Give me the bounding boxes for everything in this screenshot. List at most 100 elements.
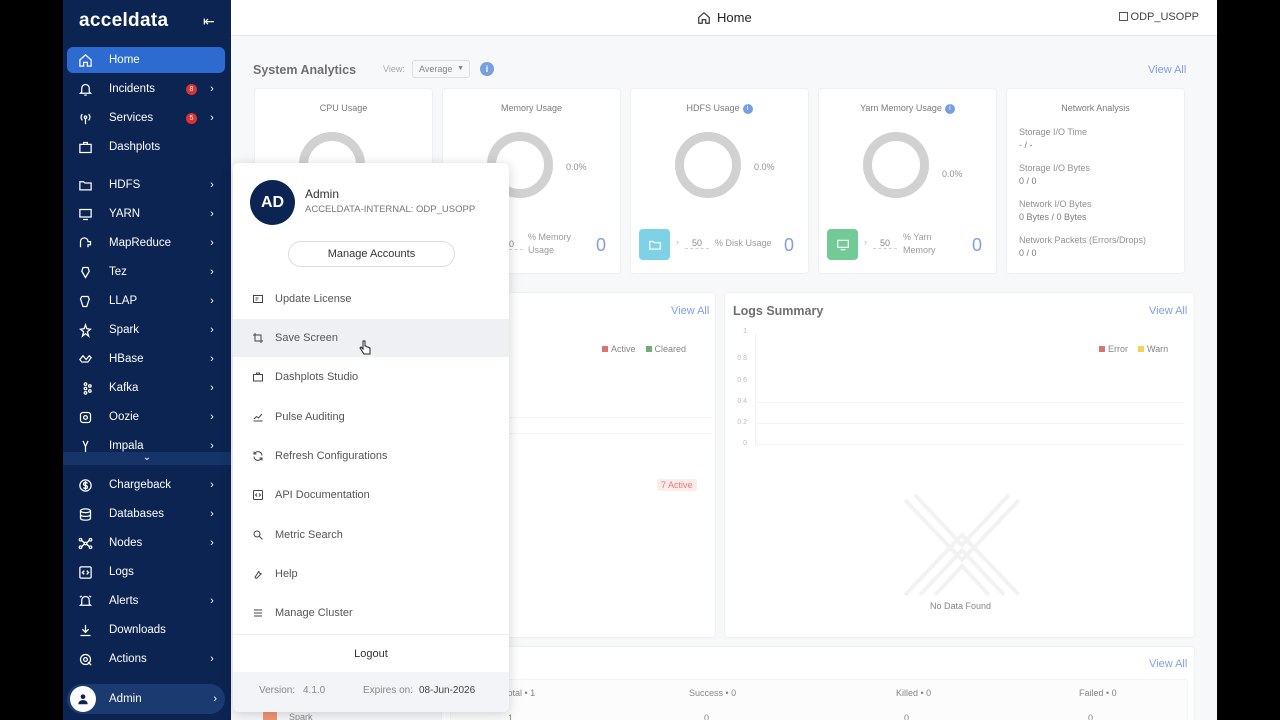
sidebar-item-tez[interactable]: Tez › [67, 259, 225, 285]
menu-item-help[interactable]: Help [233, 555, 509, 593]
menu-item-label: Save Screen [275, 332, 338, 344]
menu-item-metric-search[interactable]: Metric Search [233, 516, 509, 554]
sidebar-item-kafka[interactable]: Kafka › [67, 375, 225, 401]
sidebar-item-dashplots[interactable]: Dashplots [67, 134, 225, 160]
page-title: Home [697, 10, 752, 25]
chevron-right-icon: › [210, 382, 214, 394]
logout-button[interactable]: Logout [233, 634, 509, 672]
chevron-right-icon: › [210, 595, 214, 607]
sidebar-item-label: LLAP [109, 295, 138, 307]
dollar-icon [77, 477, 93, 493]
version-label: Version: [259, 685, 296, 696]
menu-item-pulse-auditing[interactable]: Pulse Auditing [233, 398, 509, 436]
sidebar: acceldata ⇤ Home Incidents 8 › Services 5 › Das… [63, 0, 231, 720]
sidebar-item-oozie[interactable]: Oozie › [67, 404, 225, 430]
menu-item-label: Pulse Auditing [275, 411, 345, 423]
chevron-right-icon: › [210, 653, 214, 665]
menu-item-label: API Documentation [275, 489, 370, 501]
sidebar-item-label: Databases [109, 508, 164, 520]
user-name: Admin [305, 187, 340, 201]
menu-item-save-screen[interactable]: Save Screen [233, 319, 509, 357]
sidebar-item-llap[interactable]: LLAP › [67, 288, 225, 314]
user-avatar: AD [250, 180, 295, 225]
chevron-right-icon: › [210, 353, 214, 365]
sidebar-item-actions[interactable]: Actions › [67, 646, 225, 672]
database-icon [77, 506, 93, 522]
monitor-icon [77, 206, 93, 222]
chart-line-icon [251, 410, 265, 424]
chevron-right-icon: › [210, 479, 214, 491]
sidebar-item-downloads[interactable]: Downloads [67, 617, 225, 643]
menu-item-label: Metric Search [275, 529, 343, 541]
actions-icon [77, 651, 93, 667]
brand-logo: acceldata [79, 10, 169, 31]
chevron-right-icon: › [210, 508, 214, 520]
menu-item-update-license[interactable]: Update License [233, 280, 509, 318]
sidebar-item-label: Logs [109, 566, 134, 578]
scroll-down-icon[interactable]: ⌄ [63, 452, 231, 465]
sidebar-admin-button[interactable]: Admin › [67, 684, 225, 714]
expires-value: 08-Jun-2026 [419, 685, 476, 696]
spark-icon [77, 322, 93, 338]
refresh-icon [251, 449, 265, 463]
menu-item-label: Manage Cluster [275, 607, 353, 619]
chevron-right-icon: › [210, 324, 214, 336]
sidebar-item-logs[interactable]: Logs [67, 559, 225, 585]
tez-icon [77, 264, 93, 280]
menu-item-dashplots-studio[interactable]: Dashplots Studio [233, 358, 509, 396]
sidebar-item-label: Impala [109, 440, 144, 452]
sidebar-item-label: YARN [109, 208, 141, 220]
sidebar-item-chargeback[interactable]: Chargeback › [67, 472, 225, 498]
broadcast-icon [77, 110, 93, 126]
manage-accounts-button[interactable]: Manage Accounts [288, 241, 455, 267]
hand-cursor-icon [359, 340, 371, 355]
sidebar-item-incidents[interactable]: Incidents 8 › [67, 76, 225, 102]
oozie-icon [77, 409, 93, 425]
sidebar-item-label: Home [109, 54, 140, 66]
server-icon [1118, 12, 1128, 21]
user-menu-popover: AD Admin ACCELDATA-INTERNAL: ODP_USOPP M… [233, 163, 509, 712]
home-icon [698, 11, 710, 24]
menu-item-label: Update License [275, 293, 352, 305]
app-window: acceldata ⇤ Home Incidents 8 › Services 5 › Das… [63, 0, 1217, 720]
user-avatar-icon [70, 686, 96, 712]
chevron-right-icon: › [213, 693, 217, 705]
top-bar: Home ODP_USOPP [231, 0, 1217, 36]
notification-badge: 5 [186, 112, 197, 124]
chevron-right-icon: › [210, 112, 214, 124]
sidebar-item-label: Downloads [109, 624, 166, 636]
sidebar-item-label: Dashplots [109, 141, 161, 153]
sidebar-item-spark[interactable]: Spark › [67, 317, 225, 343]
menu-item-refresh-configurations[interactable]: Refresh Configurations [233, 437, 509, 475]
menu-item-manage-cluster[interactable]: Manage Cluster [233, 594, 509, 632]
sidebar-item-services[interactable]: Services 5 › [67, 105, 225, 131]
sidebar-item-mapreduce[interactable]: MapReduce › [67, 230, 225, 256]
sidebar-admin-label: Admin [109, 693, 142, 705]
menu-item-api-documentation[interactable]: API Documentation [233, 476, 509, 514]
sidebar-item-hbase[interactable]: HBase › [67, 346, 225, 372]
sidebar-item-label: Nodes [109, 537, 143, 549]
sidebar-item-label: Chargeback [109, 479, 172, 491]
sidebar-item-label: HDFS [109, 179, 141, 191]
sidebar-item-hdfs[interactable]: HDFS › [67, 172, 225, 198]
sidebar-item-databases[interactable]: Databases › [67, 501, 225, 527]
menu-item-label: Help [275, 568, 298, 580]
code-icon [251, 488, 265, 502]
page-title-text: Home [717, 10, 752, 25]
folder-icon [77, 177, 93, 193]
chevron-right-icon: › [210, 295, 214, 307]
chevron-right-icon: › [210, 411, 214, 423]
search-icon [251, 528, 265, 542]
download-icon [77, 622, 93, 638]
sidebar-item-home[interactable]: Home [67, 47, 225, 73]
collapse-sidebar-icon[interactable]: ⇤ [203, 13, 215, 30]
chevron-right-icon: › [210, 440, 214, 452]
cluster-selector[interactable]: ODP_USOPP [1118, 11, 1199, 23]
kafka-icon [77, 380, 93, 396]
sidebar-item-nodes[interactable]: Nodes › [67, 530, 225, 556]
chevron-right-icon: › [210, 208, 214, 220]
sidebar-item-label: Services [109, 112, 154, 124]
sidebar-item-alerts[interactable]: Alerts › [67, 588, 225, 614]
sidebar-item-yarn[interactable]: YARN › [67, 201, 225, 227]
sidebar-item-label: Oozie [109, 411, 140, 423]
